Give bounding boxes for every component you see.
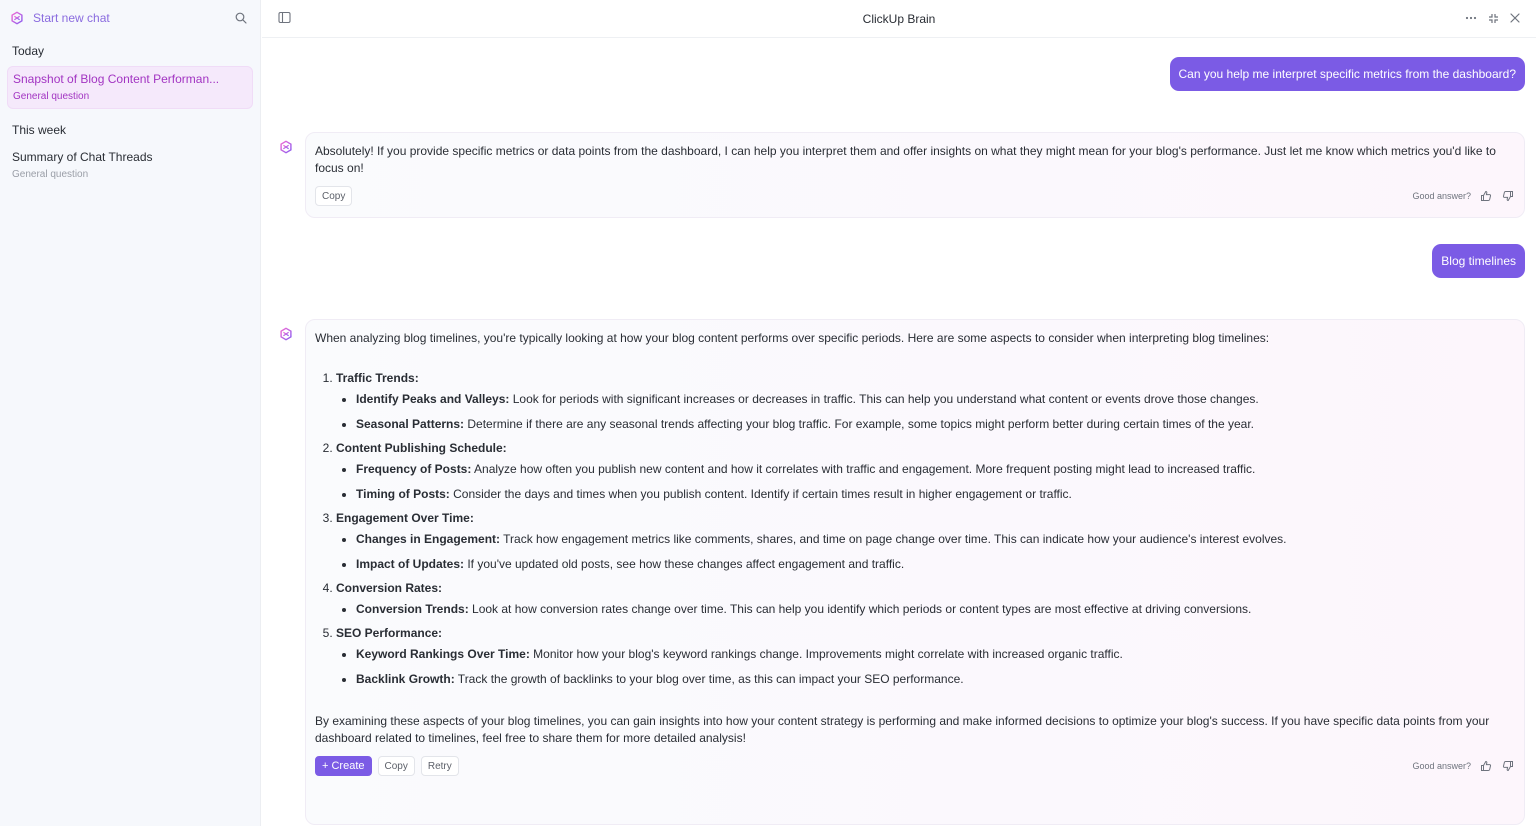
retry-button[interactable]: Retry xyxy=(420,756,459,776)
chat-item-snapshot-blog[interactable]: Snapshot of Blog Content Performan... Ge… xyxy=(7,66,253,109)
feedback-group: Good answer? xyxy=(1412,759,1515,773)
section-title-this-week: This week xyxy=(12,123,67,137)
chat-item-subtitle: General question xyxy=(12,169,89,180)
response-actions: + Create Copy Retry Good answer? xyxy=(315,756,1515,776)
sidebar-header: Start new chat xyxy=(0,0,260,36)
thumbs-down-icon[interactable] xyxy=(1501,759,1515,773)
chat-item-subtitle: General question xyxy=(13,91,90,102)
collapse-icon[interactable] xyxy=(1486,11,1500,25)
search-icon[interactable] xyxy=(234,11,248,25)
window-controls xyxy=(1464,11,1522,25)
aspects-list: Traffic Trends: Identify Peaks and Valle… xyxy=(315,370,1515,688)
list-item: Changes in Engagement: Track how engagem… xyxy=(356,531,1515,548)
user-message: Can you help me interpret specific metri… xyxy=(1169,57,1525,91)
ai-response-intro: When analyzing blog timelines, you're ty… xyxy=(315,331,1270,345)
list-item: Backlink Growth: Track the growth of bac… xyxy=(356,671,1515,688)
list-item: Seasonal Patterns: Determine if there ar… xyxy=(356,416,1515,433)
list-item: Traffic Trends: Identify Peaks and Valle… xyxy=(336,370,1515,433)
list-item: Keyword Rankings Over Time: Monitor how … xyxy=(356,646,1515,663)
list-item: Frequency of Posts: Analyze how often yo… xyxy=(356,461,1515,478)
brain-avatar-icon xyxy=(280,327,292,341)
brain-avatar-icon xyxy=(280,140,292,154)
start-new-chat-button[interactable]: Start new chat xyxy=(33,11,234,25)
copy-button[interactable]: Copy xyxy=(315,186,353,206)
chat-item-title: Summary of Chat Threads xyxy=(12,150,153,164)
copy-button[interactable]: Copy xyxy=(377,756,415,776)
feedback-label: Good answer? xyxy=(1412,191,1471,201)
list-item: Impact of Updates: If you've updated old… xyxy=(356,556,1515,573)
user-message: Blog timelines xyxy=(1432,244,1525,278)
list-item: Content Publishing Schedule: Frequency o… xyxy=(336,440,1515,503)
close-icon[interactable] xyxy=(1508,11,1522,25)
window-title: ClickUp Brain xyxy=(862,11,936,26)
thumbs-up-icon[interactable] xyxy=(1479,759,1493,773)
feedback-label: Good answer? xyxy=(1412,761,1471,771)
ai-response-card: When analyzing blog timelines, you're ty… xyxy=(305,319,1525,825)
section-title-today: Today xyxy=(12,44,45,58)
list-item: Identify Peaks and Valleys: Look for per… xyxy=(356,391,1515,408)
top-bar: ClickUp Brain xyxy=(262,0,1536,38)
ai-response-card: Absolutely! If you provide specific metr… xyxy=(305,132,1525,218)
more-options-icon[interactable] xyxy=(1464,11,1478,25)
list-item: Engagement Over Time: Changes in Engagem… xyxy=(336,510,1515,573)
brain-logo-icon xyxy=(11,11,23,25)
feedback-group: Good answer? xyxy=(1412,189,1515,203)
ai-response-outro: By examining these aspects of your blog … xyxy=(315,714,1490,745)
list-item: Timing of Posts: Consider the days and t… xyxy=(356,486,1515,503)
ai-response-text: Absolutely! If you provide specific metr… xyxy=(315,144,1496,175)
list-item: Conversion Rates: Conversion Trends: Loo… xyxy=(336,580,1515,618)
thumbs-up-icon[interactable] xyxy=(1479,189,1493,203)
create-button[interactable]: + Create xyxy=(315,756,372,776)
list-item: Conversion Trends: Look at how conversio… xyxy=(356,601,1515,618)
list-item: SEO Performance: Keyword Rankings Over T… xyxy=(336,625,1515,688)
chat-sidebar: Start new chat Today Snapshot of Blog Co… xyxy=(0,0,261,826)
thumbs-down-icon[interactable] xyxy=(1501,189,1515,203)
sidebar-toggle-icon[interactable] xyxy=(278,11,292,25)
chat-item-title: Snapshot of Blog Content Performan... xyxy=(13,72,220,86)
chat-item-summary-threads[interactable]: Summary of Chat Threads General question xyxy=(7,145,253,186)
chat-main: ClickUp Brain Can you help me interpret … xyxy=(262,0,1536,826)
response-actions: Copy Good answer? xyxy=(315,186,1515,206)
